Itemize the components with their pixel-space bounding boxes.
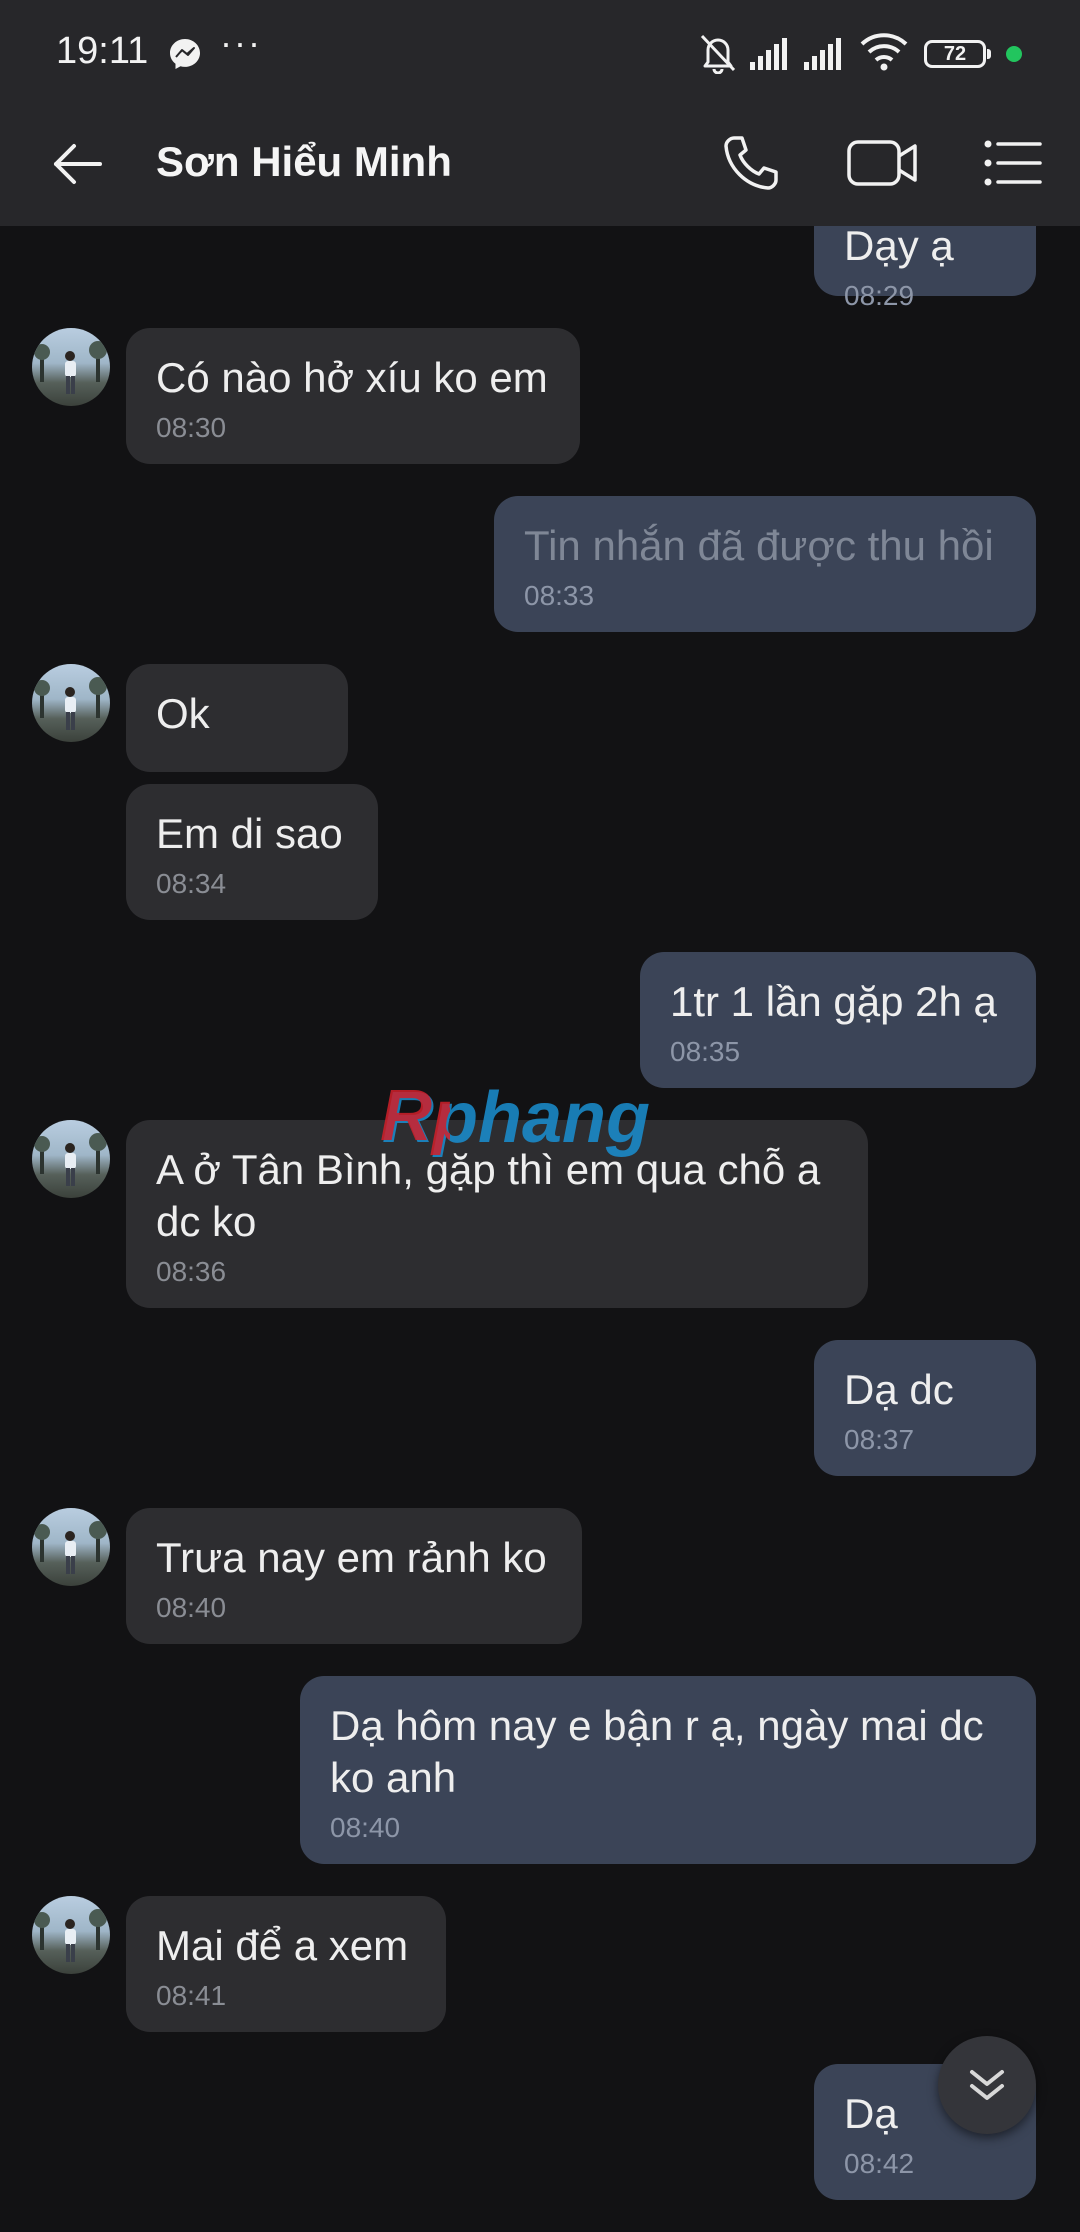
message-time: 08:36 <box>156 1256 227 1287</box>
chat-screen: Dạy ạ 08:29 Có nào hở xíu ko em 08:30 Ti… <box>0 0 1080 2232</box>
message-bubble-outgoing[interactable]: 1tr 1 lần gặp 2h ạ 08:35 <box>640 952 1036 1088</box>
message-text: Trưa nay em rảnh ko <box>156 1534 547 1581</box>
message-bubble-incoming[interactable]: Em di sao 08:34 <box>126 784 378 920</box>
avatar[interactable] <box>32 664 110 742</box>
avatar-photo-icon <box>34 677 107 730</box>
message-time: 08:37 <box>844 1424 915 1455</box>
video-call-icon[interactable] <box>846 134 918 192</box>
scroll-to-bottom-button[interactable] <box>938 2036 1036 2134</box>
avatar[interactable] <box>32 328 110 406</box>
battery-icon: 72 <box>924 40 991 68</box>
message-time: 08:41 <box>156 1980 227 2011</box>
avatar[interactable] <box>32 1896 110 1974</box>
message-bubble-outgoing[interactable]: Tin nhắn đã được thu hồi 08:33 <box>494 496 1036 632</box>
avatar-photo-icon <box>34 1133 107 1186</box>
double-chevron-down-icon <box>970 2070 1004 2100</box>
message-text: Dạ dc <box>844 1366 954 1413</box>
message-time: 08:34 <box>156 868 227 899</box>
avatar-photo-icon <box>34 1909 107 1962</box>
avatar-photo-icon <box>34 341 107 394</box>
message-bubble-outgoing[interactable]: Dạ dc 08:37 <box>814 1340 1036 1476</box>
mute-bell-icon <box>700 34 736 74</box>
avatar[interactable] <box>32 1120 110 1198</box>
message-bubble-incoming[interactable]: Ok <box>126 664 348 772</box>
avatar[interactable] <box>32 1508 110 1586</box>
message-time: 08:42 <box>844 2148 915 2179</box>
message-bubble-outgoing[interactable]: Dạ hôm nay e bận r ạ, ngày mai dc ko anh… <box>300 1676 1036 1864</box>
message-text: A ở Tân Bình, gặp thì em qua chỗ a dc ko <box>156 1146 821 1245</box>
message-text: Dạy ạ <box>844 222 954 269</box>
message-text: 1tr 1 lần gặp 2h ạ <box>670 978 997 1025</box>
menu-list-icon[interactable] <box>982 134 1044 192</box>
message-text: Có nào hở xíu ko em <box>156 354 548 401</box>
message-time: 08:40 <box>330 1812 401 1843</box>
message-time: 08:40 <box>156 1592 227 1623</box>
message-bubble-incoming[interactable]: Có nào hở xíu ko em 08:30 <box>126 328 580 464</box>
message-time: 08:33 <box>524 580 595 611</box>
chat-header: Sơn Hiểu Minh <box>0 104 1080 226</box>
message-bubble-incoming[interactable]: Mai để a xem 08:41 <box>126 1896 446 2032</box>
message-text: Em di sao <box>156 810 343 857</box>
message-text: Dạ hôm nay e bận r ạ, ngày mai dc ko anh <box>330 1702 984 1801</box>
signal-icon <box>804 38 841 70</box>
status-time: 19:11 <box>56 30 149 72</box>
contact-name[interactable]: Sơn Hiểu Minh <box>156 138 452 186</box>
message-time: 08:30 <box>156 412 227 443</box>
messenger-icon <box>170 39 200 69</box>
recalled-message-text: Tin nhắn đã được thu hồi <box>524 522 994 569</box>
phone-icon[interactable] <box>720 132 782 194</box>
message-time: 08:29 <box>844 280 915 311</box>
back-arrow-icon[interactable] <box>48 134 108 194</box>
watermark-logo: Rphang Rphang <box>380 1078 650 1158</box>
wifi-icon <box>860 33 908 71</box>
status-more-dots: ··· <box>220 22 262 63</box>
message-time: 08:35 <box>670 1036 741 1067</box>
message-bubble-incoming[interactable]: Trưa nay em rảnh ko 08:40 <box>126 1508 582 1644</box>
avatar-photo-icon <box>34 1521 107 1574</box>
online-status-dot <box>1006 46 1022 62</box>
message-text: Mai để a xem <box>156 1922 409 1969</box>
status-bar: 19:11 ··· 72 <box>0 0 1080 104</box>
signal-icon <box>750 38 787 70</box>
message-text: Ok <box>156 690 210 737</box>
